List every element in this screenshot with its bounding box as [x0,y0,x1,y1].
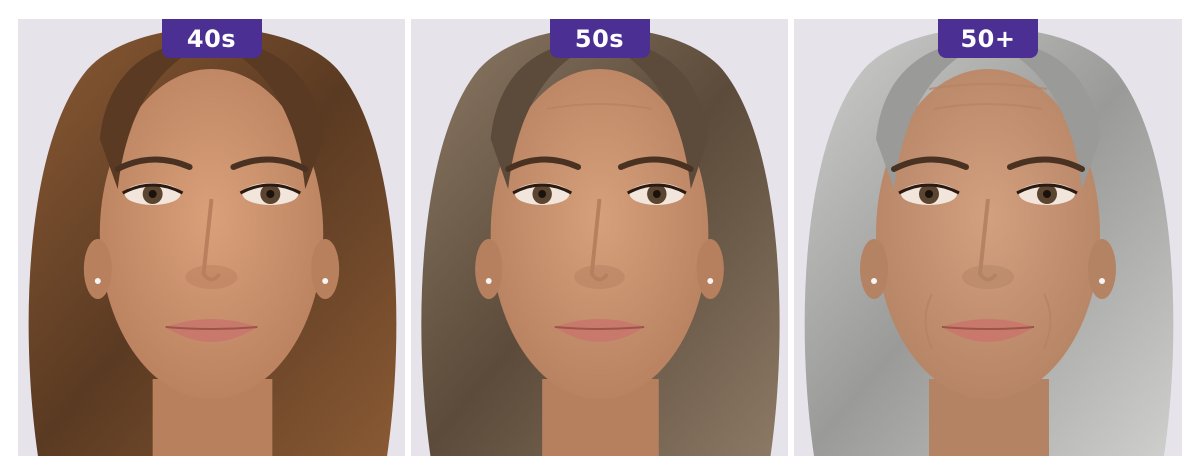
right-pupil [652,190,661,198]
right-ear [311,239,340,299]
nose-base [185,265,238,289]
nose-base [962,265,1014,289]
left-ear [475,239,503,299]
age-badge-50s: 50s [549,19,650,58]
left-earring [871,278,877,284]
portrait-panel-50s: 50s [411,19,788,456]
age-badge-50plus: 50+ [938,19,1038,58]
nose-base [574,265,625,289]
left-pupil [538,190,547,198]
right-ear [1088,239,1116,299]
right-ear [696,239,724,299]
portrait-photo-50s [411,19,788,456]
left-earring [94,278,101,284]
portrait-panel-40s: 40s [18,19,405,456]
left-earring [485,278,492,284]
portrait-photo-50plus [794,19,1182,456]
age-badge-40s: 40s [161,19,262,58]
right-pupil [266,190,275,198]
right-pupil [1043,190,1051,198]
left-pupil [925,190,933,198]
left-ear [860,239,888,299]
left-ear [83,239,112,299]
portrait-photo-40s [18,19,405,456]
right-earring [322,278,329,284]
right-earring [1099,278,1105,284]
right-earring [707,278,714,284]
left-pupil [148,190,157,198]
portrait-panel-50plus: 50+ [794,19,1182,456]
